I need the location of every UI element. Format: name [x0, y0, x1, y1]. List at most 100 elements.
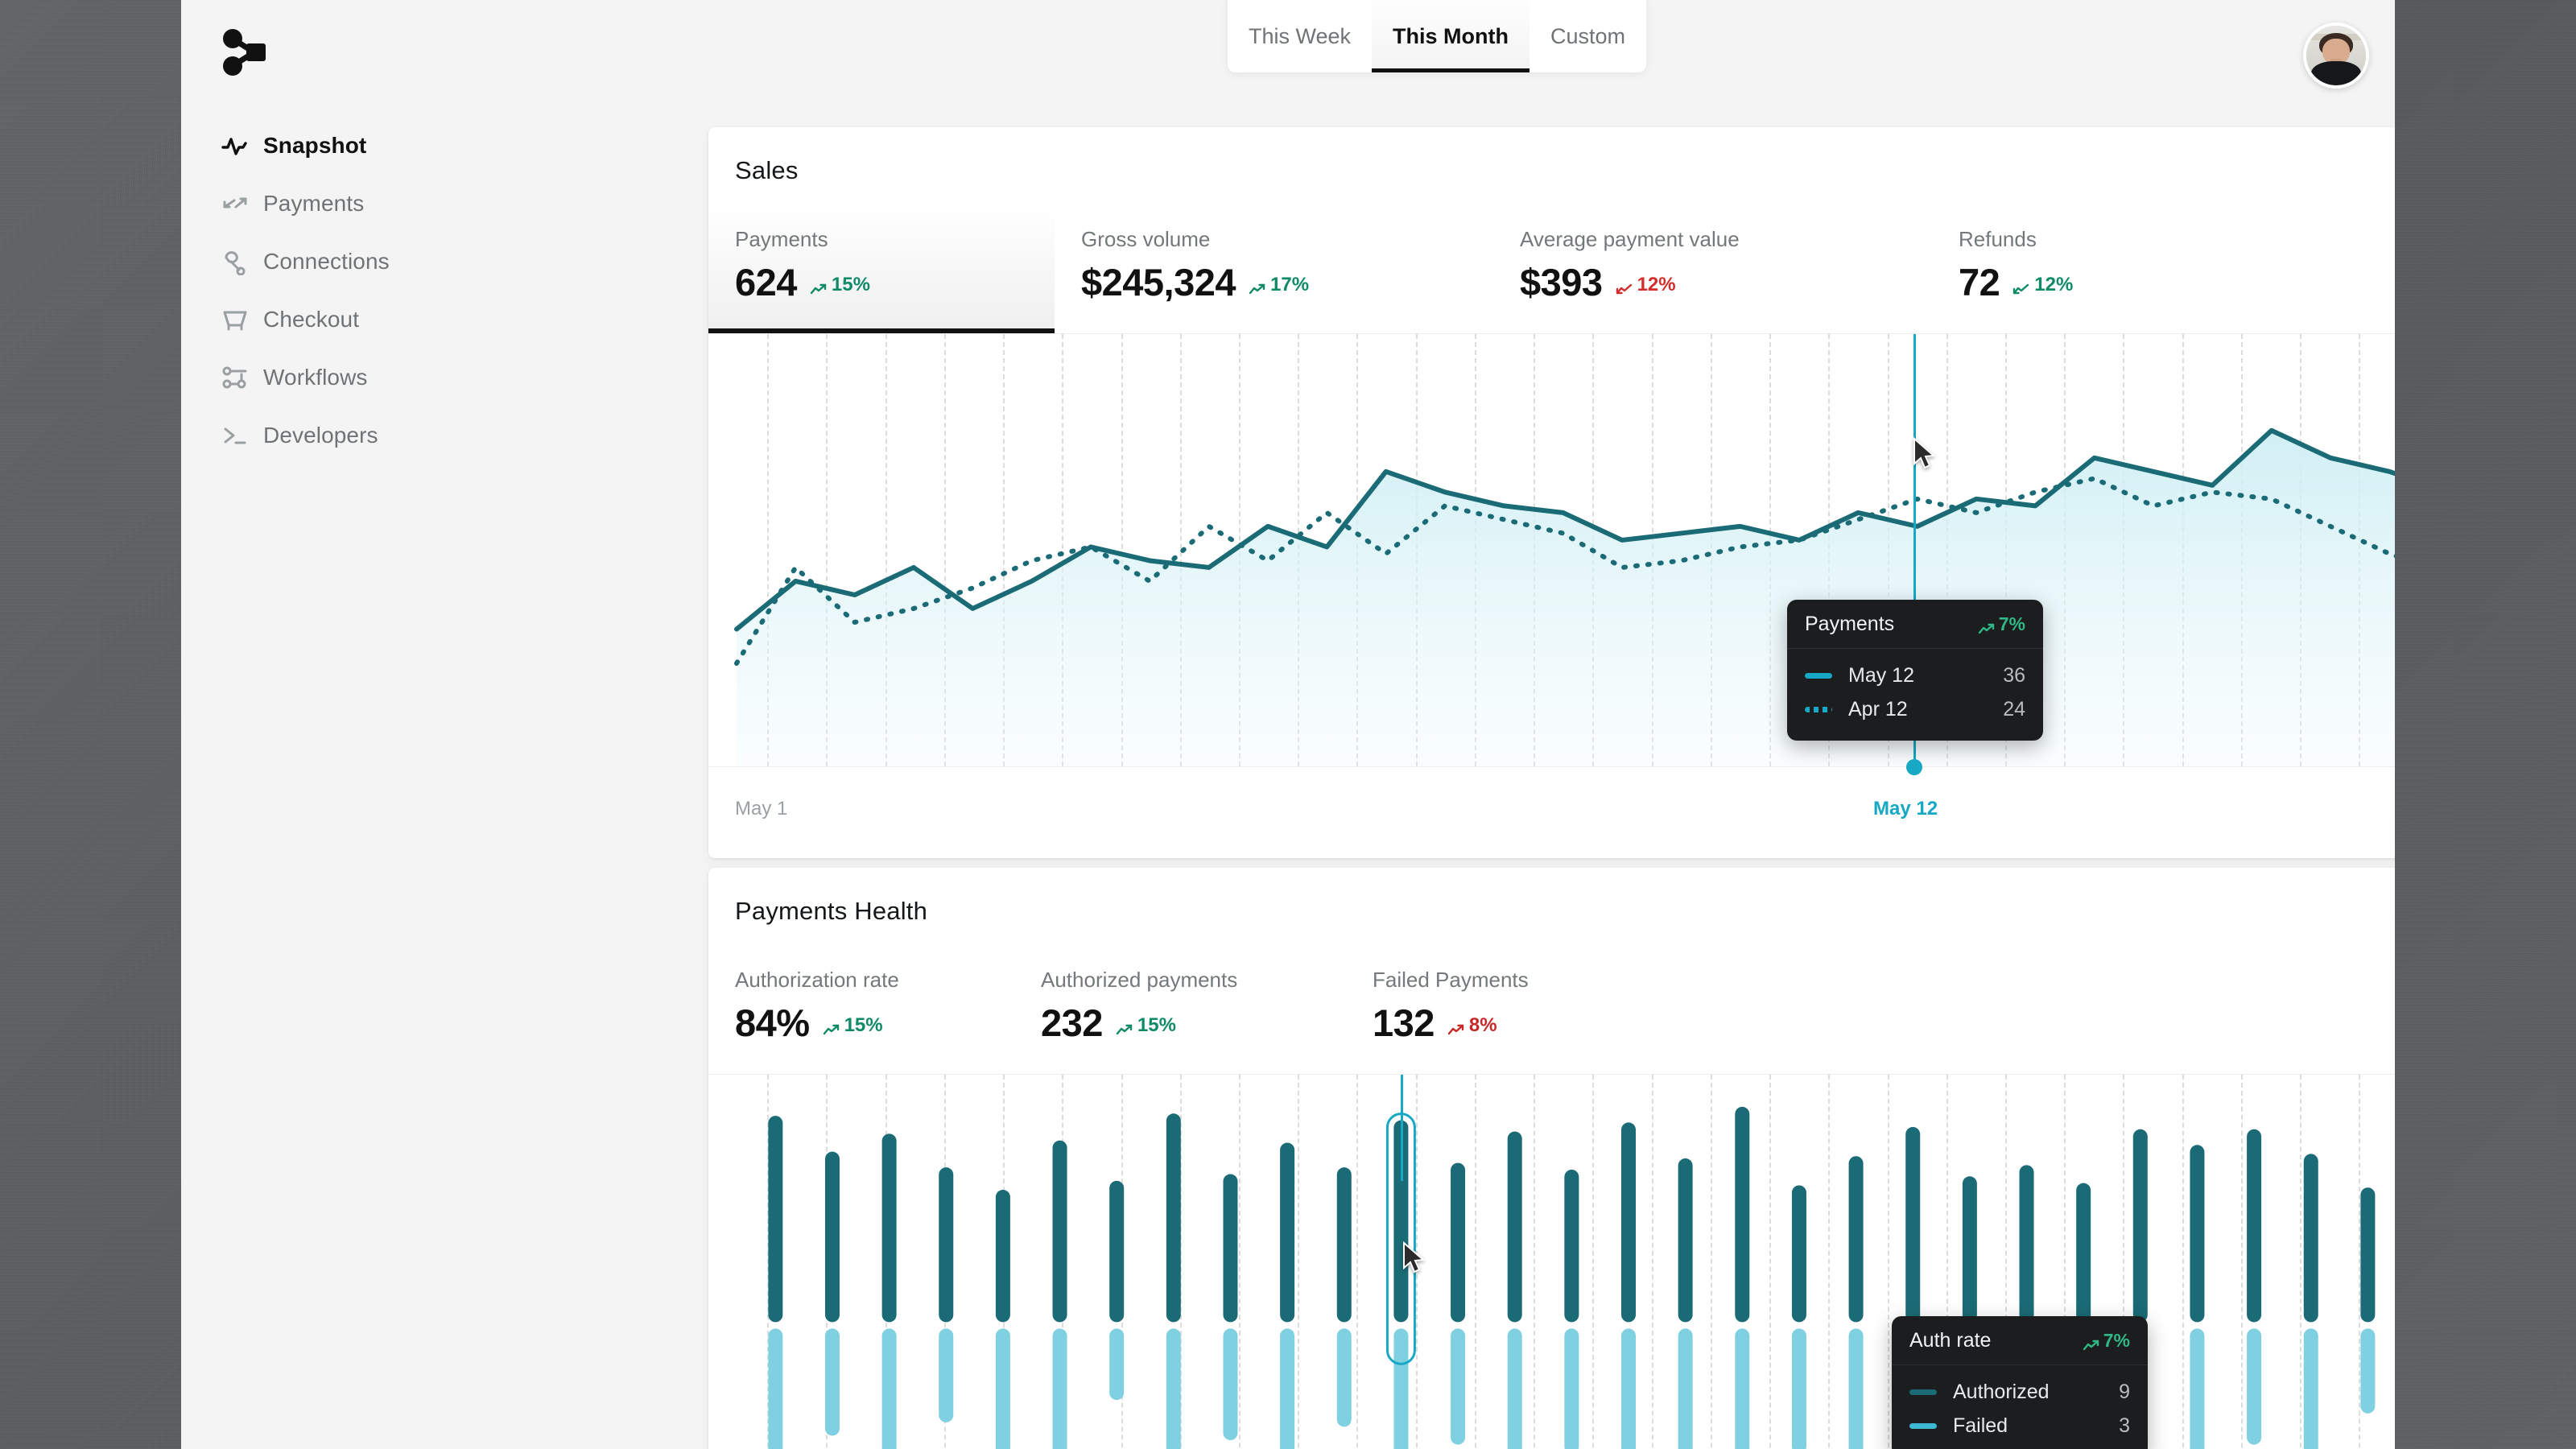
bar-failed[interactable]: [1849, 1328, 1864, 1449]
kpi-failed-payments[interactable]: Failed Payments 132 8%: [1346, 945, 1684, 1074]
workflow-icon: [221, 364, 249, 391]
tooltip-series-value: 3: [2119, 1414, 2130, 1438]
bar-authorized[interactable]: [1735, 1107, 1749, 1322]
bar-authorized[interactable]: [1109, 1181, 1124, 1323]
bar-failed[interactable]: [1223, 1328, 1237, 1440]
sidebar-item-connections[interactable]: Connections: [181, 233, 523, 291]
series-swatch-authorized: [1909, 1389, 1937, 1395]
bar-failed[interactable]: [1337, 1328, 1352, 1426]
sales-line-chart[interactable]: Payments 7% May 12 36 Apr 12: [708, 333, 2395, 766]
bar-authorized[interactable]: [1337, 1167, 1352, 1322]
sidebar-item-label: Snapshot: [263, 133, 366, 159]
bar-failed[interactable]: [1280, 1328, 1294, 1449]
kpi-delta: 15%: [1116, 1014, 1176, 1037]
bar-authorized[interactable]: [882, 1133, 897, 1322]
bar-authorized[interactable]: [2190, 1145, 2204, 1322]
bar-authorized[interactable]: [2020, 1165, 2034, 1322]
tab-this-week[interactable]: This Week: [1228, 0, 1372, 72]
tooltip-series-name: Authorized: [1953, 1381, 2050, 1404]
bar-failed[interactable]: [1564, 1328, 1579, 1449]
sidebar-item-developers[interactable]: Developers: [181, 407, 523, 464]
bar-failed[interactable]: [2247, 1328, 2261, 1444]
bar-authorized[interactable]: [1963, 1176, 1977, 1322]
bar-failed[interactable]: [1621, 1328, 1636, 1449]
bar-authorized[interactable]: [1451, 1163, 1465, 1323]
sidebar-item-workflows[interactable]: Workflows: [181, 349, 523, 407]
bar-failed[interactable]: [939, 1328, 953, 1422]
bar-authorized[interactable]: [1223, 1174, 1237, 1323]
bar-failed[interactable]: [2190, 1328, 2204, 1449]
kpi-value: 72: [1959, 263, 2000, 301]
kpi-authorized-payments[interactable]: Authorized payments 232 15%: [1014, 945, 1346, 1074]
bar-authorized[interactable]: [2360, 1187, 2375, 1322]
kpi-value: 84%: [735, 1004, 810, 1042]
bar-failed[interactable]: [1166, 1328, 1181, 1449]
tooltip-row: Apr 12 24: [1805, 692, 2025, 726]
series-swatch-failed: [1909, 1423, 1937, 1429]
kpi-authorization-rate[interactable]: Authorization rate 84% 15%: [708, 945, 1014, 1074]
sidebar-item-label: Payments: [263, 191, 364, 217]
tab-label: Custom: [1550, 24, 1625, 49]
bar-authorized[interactable]: [2133, 1129, 2148, 1323]
sidebar-item-snapshot[interactable]: Snapshot: [181, 117, 523, 175]
bar-failed[interactable]: [1508, 1328, 1522, 1449]
kpi-delta: 8%: [1447, 1014, 1497, 1037]
arrows-icon: [221, 190, 249, 217]
bar-authorized[interactable]: [939, 1167, 953, 1322]
bar-authorized[interactable]: [2076, 1183, 2091, 1323]
bar-authorized[interactable]: [2247, 1129, 2261, 1323]
bar-authorized[interactable]: [1508, 1132, 1522, 1323]
tooltip-delta-value: 7%: [2103, 1330, 2130, 1352]
sidebar-item-payments[interactable]: Payments: [181, 175, 523, 233]
bar-failed[interactable]: [825, 1328, 840, 1435]
bar-authorized[interactable]: [1564, 1170, 1579, 1322]
bar-authorized[interactable]: [1792, 1185, 1806, 1322]
kpi-label: Payments: [735, 227, 1055, 252]
bar-failed[interactable]: [1451, 1328, 1465, 1444]
app-logo[interactable]: [221, 28, 271, 78]
sidebar-item-checkout[interactable]: Checkout: [181, 291, 523, 349]
bar-failed[interactable]: [1393, 1328, 1408, 1449]
bar-authorized[interactable]: [1280, 1143, 1294, 1323]
bar-authorized[interactable]: [1849, 1156, 1864, 1322]
bar-failed[interactable]: [1792, 1328, 1806, 1449]
bar-failed[interactable]: [1053, 1328, 1067, 1449]
bar-failed[interactable]: [996, 1328, 1010, 1449]
bar-authorized[interactable]: [1905, 1127, 1920, 1322]
bar-authorized[interactable]: [1053, 1141, 1067, 1323]
bar-failed[interactable]: [2304, 1328, 2318, 1449]
avatar[interactable]: [2303, 23, 2369, 89]
tab-custom[interactable]: Custom: [1530, 0, 1646, 72]
bar-failed[interactable]: [882, 1328, 897, 1449]
payments-health-bar-chart[interactable]: Auth rate 7% Authorized 9 Failed: [708, 1074, 2395, 1449]
bar-failed[interactable]: [2360, 1328, 2375, 1413]
bar-failed[interactable]: [1109, 1328, 1124, 1400]
tooltip-rows: Authorized 9 Failed 3: [1892, 1365, 2148, 1449]
trend-down-icon: [2013, 279, 2030, 291]
bar-authorized[interactable]: [1166, 1113, 1181, 1322]
bar-authorized[interactable]: [996, 1190, 1010, 1322]
bar-authorized[interactable]: [1678, 1158, 1693, 1322]
kpi-delta: 15%: [823, 1014, 883, 1037]
kpi-delta-value: 12%: [2034, 274, 2073, 296]
app-window: Snapshot Payments Conn: [181, 0, 2395, 1449]
crosshair-dot: [1906, 759, 1922, 775]
kpi-average-payment-value[interactable]: Average payment value $393 12%: [1493, 204, 1932, 333]
bar-authorized[interactable]: [1621, 1122, 1636, 1322]
kpi-refunds[interactable]: Refunds 72 12%: [1932, 204, 2334, 333]
bar-authorized[interactable]: [825, 1152, 840, 1323]
sidebar-item-label: Workflows: [263, 365, 368, 390]
kpi-delta-value: 15%: [1137, 1014, 1176, 1037]
tooltip-series-name: Apr 12: [1848, 698, 1908, 721]
bar-failed[interactable]: [768, 1328, 782, 1449]
kpi-gross-volume[interactable]: Gross volume $245,324 17%: [1055, 204, 1493, 333]
bar-failed[interactable]: [1678, 1328, 1693, 1449]
tab-this-month[interactable]: This Month: [1372, 0, 1530, 72]
bar-failed[interactable]: [1735, 1328, 1749, 1449]
sales-card: Sales Payments 624 15% Gross volume $245…: [708, 127, 2395, 858]
bar-authorized[interactable]: [768, 1116, 782, 1322]
kpi-delta-value: 17%: [1270, 274, 1309, 296]
kpi-payments[interactable]: Payments 624 15%: [708, 204, 1055, 333]
bar-authorized[interactable]: [2304, 1154, 2318, 1322]
tooltip-delta-value: 7%: [1999, 613, 2025, 635]
